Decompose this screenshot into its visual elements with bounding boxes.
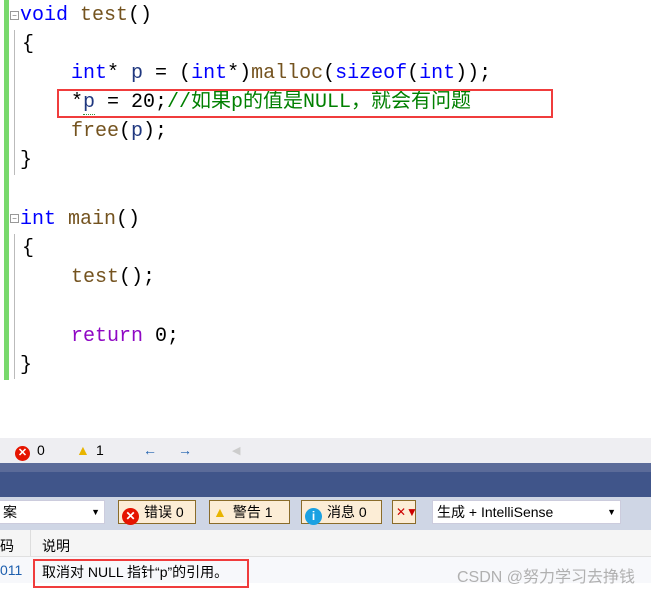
- collapse-icon[interactable]: −: [10, 214, 19, 223]
- error-count[interactable]: 0: [37, 442, 45, 458]
- code-line: test();: [71, 266, 156, 289]
- scope-guide: [14, 30, 15, 175]
- error-list-title-bar: [0, 472, 651, 497]
- column-header-description[interactable]: 说明: [42, 536, 70, 556]
- code-line: }: [20, 354, 33, 377]
- filter-clear-icon: ✕▼: [396, 505, 418, 519]
- code-line: return 0;: [71, 325, 180, 348]
- scope-value: 案: [3, 504, 17, 520]
- errors-filter-button[interactable]: ✕ 错误 0: [118, 500, 196, 525]
- errors-label: 错误 0: [144, 504, 184, 520]
- collapse-icon[interactable]: −: [10, 11, 19, 20]
- warnings-filter-button[interactable]: ▲ 警告 1: [209, 500, 290, 524]
- error-list-header: 码 说明: [0, 530, 651, 557]
- watermark: CSDN @努力学习去挣钱: [456, 569, 635, 586]
- error-list-toolbar: 案 ▼ ✕ 错误 0 ▲ 警告 1 i 消息 0 ✕▼ 生成 + IntelliSens…: [0, 497, 651, 530]
- chevron-down-icon: ▼: [91, 507, 100, 517]
- warning-count[interactable]: 1: [96, 442, 104, 458]
- panel-divider: [0, 463, 651, 472]
- change-gutter: [4, 0, 9, 380]
- source-dropdown[interactable]: 生成 + IntelliSense ▼: [432, 500, 621, 524]
- chevron-down-icon: ▼: [607, 507, 616, 517]
- messages-label: 消息 0: [327, 504, 367, 520]
- source-value: 生成 + IntelliSense: [437, 504, 554, 520]
- column-header-code[interactable]: 码: [0, 536, 14, 556]
- code-editor[interactable]: − − void test() { int* p = (int*)malloc(…: [0, 0, 651, 438]
- scroll-left-icon[interactable]: ◀: [232, 444, 240, 457]
- editor-status-bar: ✕ 0 ▲ 1 ← → ◀: [0, 438, 651, 463]
- forward-arrow-icon[interactable]: →: [178, 442, 192, 458]
- highlight-box: [33, 559, 249, 588]
- warning-icon[interactable]: ▲: [76, 442, 90, 458]
- code-line: {: [22, 33, 35, 56]
- warning-icon: ▲: [213, 504, 227, 520]
- messages-filter-button[interactable]: i 消息 0: [301, 500, 382, 525]
- scope-dropdown[interactable]: 案 ▼: [0, 500, 105, 524]
- warnings-label: 警告 1: [232, 504, 273, 520]
- code-line: int main(): [20, 208, 141, 231]
- back-arrow-icon[interactable]: ←: [143, 442, 157, 458]
- code-line: }: [20, 149, 33, 172]
- code-line: {: [22, 237, 35, 260]
- code-line: int* p = (int*)malloc(sizeof(int));: [71, 62, 492, 85]
- error-icon: ✕: [122, 508, 139, 525]
- code-line: void test(): [20, 4, 153, 27]
- scope-guide: [14, 234, 15, 379]
- clear-filter-button[interactable]: ✕▼: [392, 500, 418, 524]
- code-line: free(p);: [71, 120, 168, 143]
- info-icon: i: [305, 508, 322, 525]
- error-code[interactable]: 011: [0, 562, 22, 578]
- highlight-box: [57, 89, 553, 118]
